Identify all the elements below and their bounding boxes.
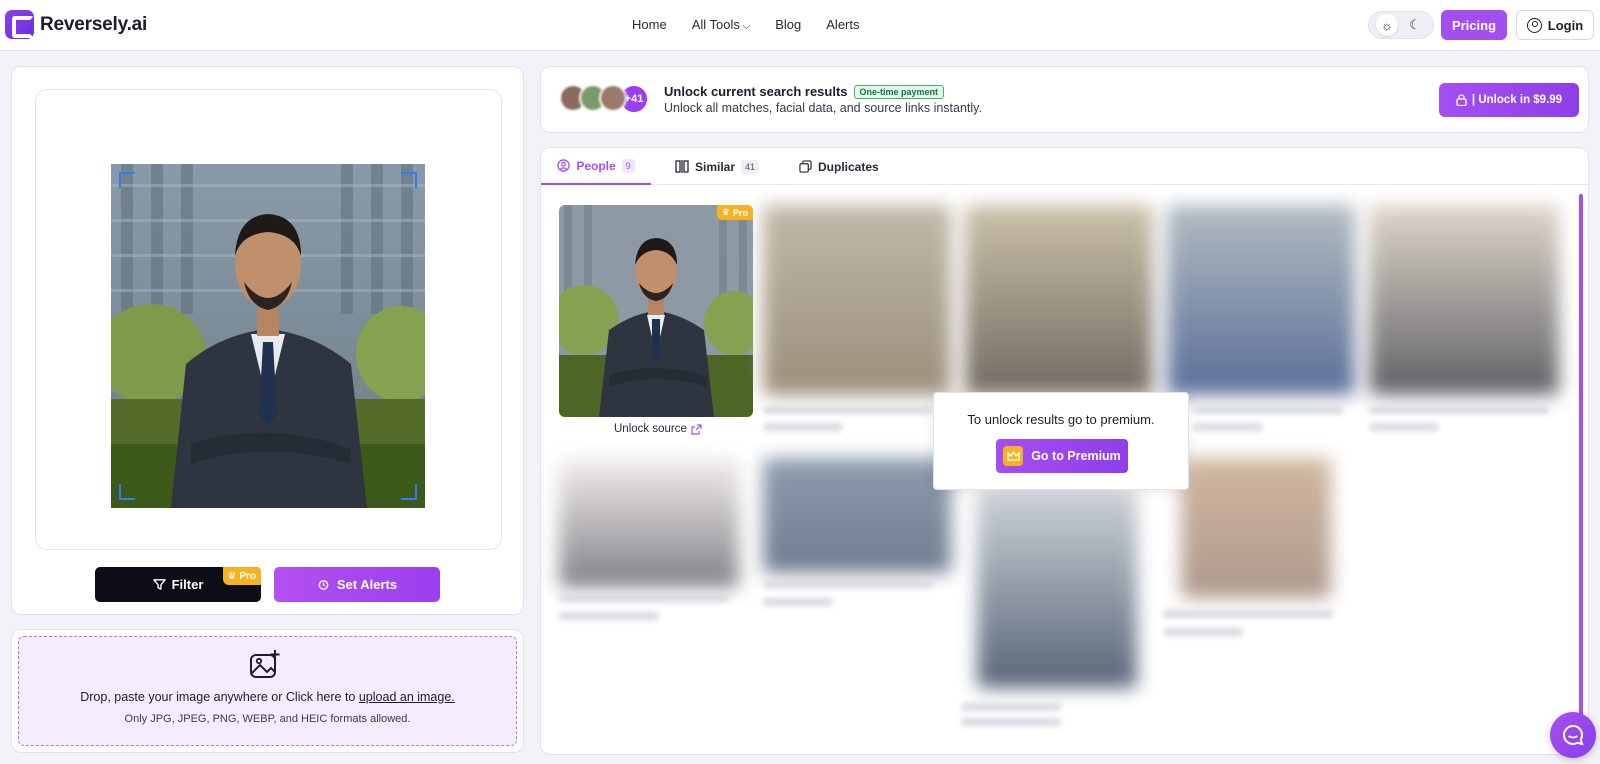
drop-instructions: Drop, paste your image anywhere or Click… <box>80 690 455 704</box>
frame-corner <box>119 484 135 500</box>
tab-similar[interactable]: Similar 41 <box>675 148 760 185</box>
locked-text <box>1163 610 1333 618</box>
frame-corner <box>401 484 417 500</box>
user-circle-icon <box>557 159 571 172</box>
external-link-icon <box>691 423 702 435</box>
go-to-premium-button[interactable]: Go to Premium <box>996 439 1128 473</box>
locked-result-card[interactable] <box>763 458 951 573</box>
locked-text <box>763 598 833 606</box>
login-button[interactable]: Login <box>1516 10 1594 40</box>
locked-text <box>763 406 933 414</box>
upload-panel: Drop, paste your image anywhere or Click… <box>11 629 524 753</box>
locked-text <box>1369 423 1439 431</box>
locked-text <box>1193 423 1263 431</box>
pro-badge: ♛ Pro <box>223 567 261 585</box>
crown-icon <box>1003 446 1024 466</box>
pricing-button[interactable]: Pricing <box>1441 10 1507 40</box>
tab-duplicates[interactable]: Duplicates <box>799 148 879 185</box>
locked-text <box>1369 406 1549 414</box>
set-alerts-label: Set Alerts <box>336 577 398 592</box>
login-label: Login <box>1547 17 1584 33</box>
locked-text <box>1193 406 1343 414</box>
unlock-button-label: | Unlock in $9.99 <box>1471 94 1563 106</box>
set-alerts-button[interactable]: Set Alerts <box>274 567 440 602</box>
nav-all-tools[interactable]: All Tools <box>692 17 751 32</box>
unlock-button[interactable]: | Unlock in $9.99 <box>1439 83 1579 117</box>
chat-button[interactable] <box>1550 712 1596 758</box>
locked-text <box>961 703 1061 711</box>
premium-message: To unlock results go to premium. <box>967 412 1155 427</box>
theme-toggle[interactable]: ☼ ☾ <box>1368 11 1434 39</box>
result-card[interactable]: ♛ Pro <box>559 205 753 417</box>
locked-result-card[interactable] <box>1167 205 1355 395</box>
main-nav: Home All Tools Blog Alerts <box>632 17 860 32</box>
sun-icon[interactable]: ☼ <box>1376 14 1398 36</box>
locked-text <box>559 594 729 602</box>
lock-icon <box>1456 94 1467 106</box>
nav-home[interactable]: Home <box>632 17 667 32</box>
logo-text: Reversely.ai <box>40 13 148 35</box>
unlock-subtitle: Unlock all matches, facial data, and sou… <box>664 101 982 115</box>
one-time-badge: One-time payment <box>853 84 945 99</box>
filter-label: Filter <box>171 577 204 592</box>
nav-alerts[interactable]: Alerts <box>826 17 859 32</box>
avatar-stack: +41 <box>559 84 649 114</box>
results-tabs: People 9 Similar 41 Duplicates <box>541 148 1588 185</box>
top-header: Reversely.ai Home All Tools Blog Alerts … <box>0 0 1600 51</box>
compare-icon <box>675 160 689 173</box>
locked-result-card[interactable] <box>559 458 739 588</box>
locked-text <box>763 423 843 431</box>
unlock-source-link[interactable]: Unlock source <box>614 423 702 435</box>
locked-result-card[interactable] <box>977 488 1137 688</box>
frame-corner <box>401 172 417 188</box>
image-add-icon <box>250 650 280 678</box>
locked-result-card[interactable] <box>965 205 1153 395</box>
upload-link[interactable]: upload an image. <box>359 690 455 704</box>
image-preview <box>35 89 502 550</box>
unlock-banner: +41 Unlock current search results One-ti… <box>540 66 1589 133</box>
chat-icon <box>1563 724 1584 746</box>
query-photo-image <box>111 164 425 508</box>
query-panel: Filter ♛ Pro Set Alerts <box>11 66 524 615</box>
locked-text <box>559 612 659 620</box>
results-scrollbar[interactable] <box>1579 194 1583 749</box>
locked-result-card[interactable] <box>1181 458 1331 598</box>
locked-result-card[interactable] <box>763 205 951 395</box>
frame-corner <box>119 172 135 188</box>
locked-result-card[interactable] <box>1369 205 1559 395</box>
tab-people[interactable]: People 9 <box>541 148 651 185</box>
filter-button[interactable]: Filter ♛ Pro <box>95 567 261 602</box>
result-photo <box>559 205 753 417</box>
premium-popup: To unlock results go to premium. Go to P… <box>933 392 1189 490</box>
crown-icon: ♛ <box>721 207 730 217</box>
crown-icon: ♛ <box>227 570 237 582</box>
results-panel: People 9 Similar 41 Duplicates ♛ Pro Unl… <box>540 147 1589 755</box>
locked-text <box>763 580 933 588</box>
filter-icon <box>152 579 166 590</box>
avatar <box>599 84 627 112</box>
logo[interactable]: Reversely.ai <box>5 10 147 39</box>
nav-blog[interactable]: Blog <box>775 17 801 32</box>
alarm-icon <box>318 580 329 590</box>
logo-icon <box>5 10 34 39</box>
pro-badge: ♛ Pro <box>716 205 753 220</box>
user-icon <box>1526 17 1542 33</box>
query-photo <box>111 164 425 508</box>
drop-zone[interactable]: Drop, paste your image anywhere or Click… <box>18 636 517 746</box>
copy-icon <box>799 160 812 173</box>
unlock-title: Unlock current search results One-time p… <box>664 84 945 99</box>
locked-text <box>1163 628 1243 636</box>
locked-text <box>961 718 1061 726</box>
allowed-formats: Only JPG, JPEG, PNG, WEBP, and HEIC form… <box>124 713 411 725</box>
moon-icon[interactable]: ☾ <box>1404 14 1426 36</box>
